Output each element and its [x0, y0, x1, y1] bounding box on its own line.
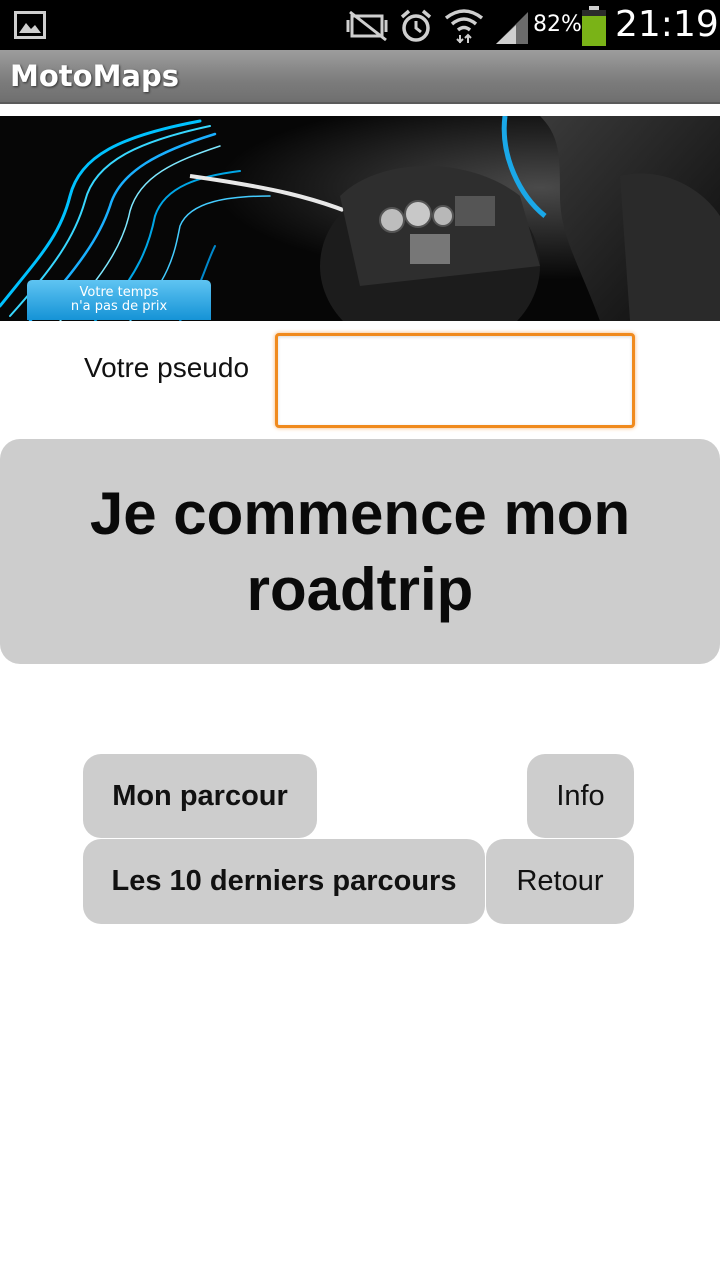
nfc-muted-icon — [346, 10, 388, 42]
clock: 21:19 — [615, 4, 719, 45]
banner-slogan-line2: n'a pas de prix — [70, 299, 168, 314]
my-route-button[interactable]: Mon parcour — [83, 754, 317, 838]
alarm-icon — [400, 9, 432, 42]
action-bar: MotoMaps — [0, 50, 720, 104]
wifi-icon — [444, 9, 484, 44]
banner-slogan-badge: Votre temps n'a pas de prix — [27, 280, 211, 320]
banner-slogan-line1: Votre temps — [79, 285, 159, 300]
pseudo-input[interactable] — [275, 333, 635, 428]
battery-percentage: 82% — [533, 12, 582, 37]
back-button[interactable]: Retour — [486, 839, 634, 924]
battery-icon — [582, 6, 606, 46]
signal-icon — [496, 12, 528, 44]
app-title: MotoMaps — [10, 59, 180, 93]
start-roadtrip-button[interactable]: Je commence mon roadtrip — [0, 439, 720, 664]
gallery-icon — [14, 11, 46, 39]
info-button[interactable]: Info — [527, 754, 634, 838]
last-10-routes-button[interactable]: Les 10 derniers parcours — [83, 839, 485, 924]
status-bar: 82% 21:19 — [0, 0, 720, 50]
pseudo-label: Votre pseudo — [84, 352, 250, 383]
screen: 82% 21:19 MotoMaps Votre temps n'a pas d… — [0, 0, 720, 1280]
